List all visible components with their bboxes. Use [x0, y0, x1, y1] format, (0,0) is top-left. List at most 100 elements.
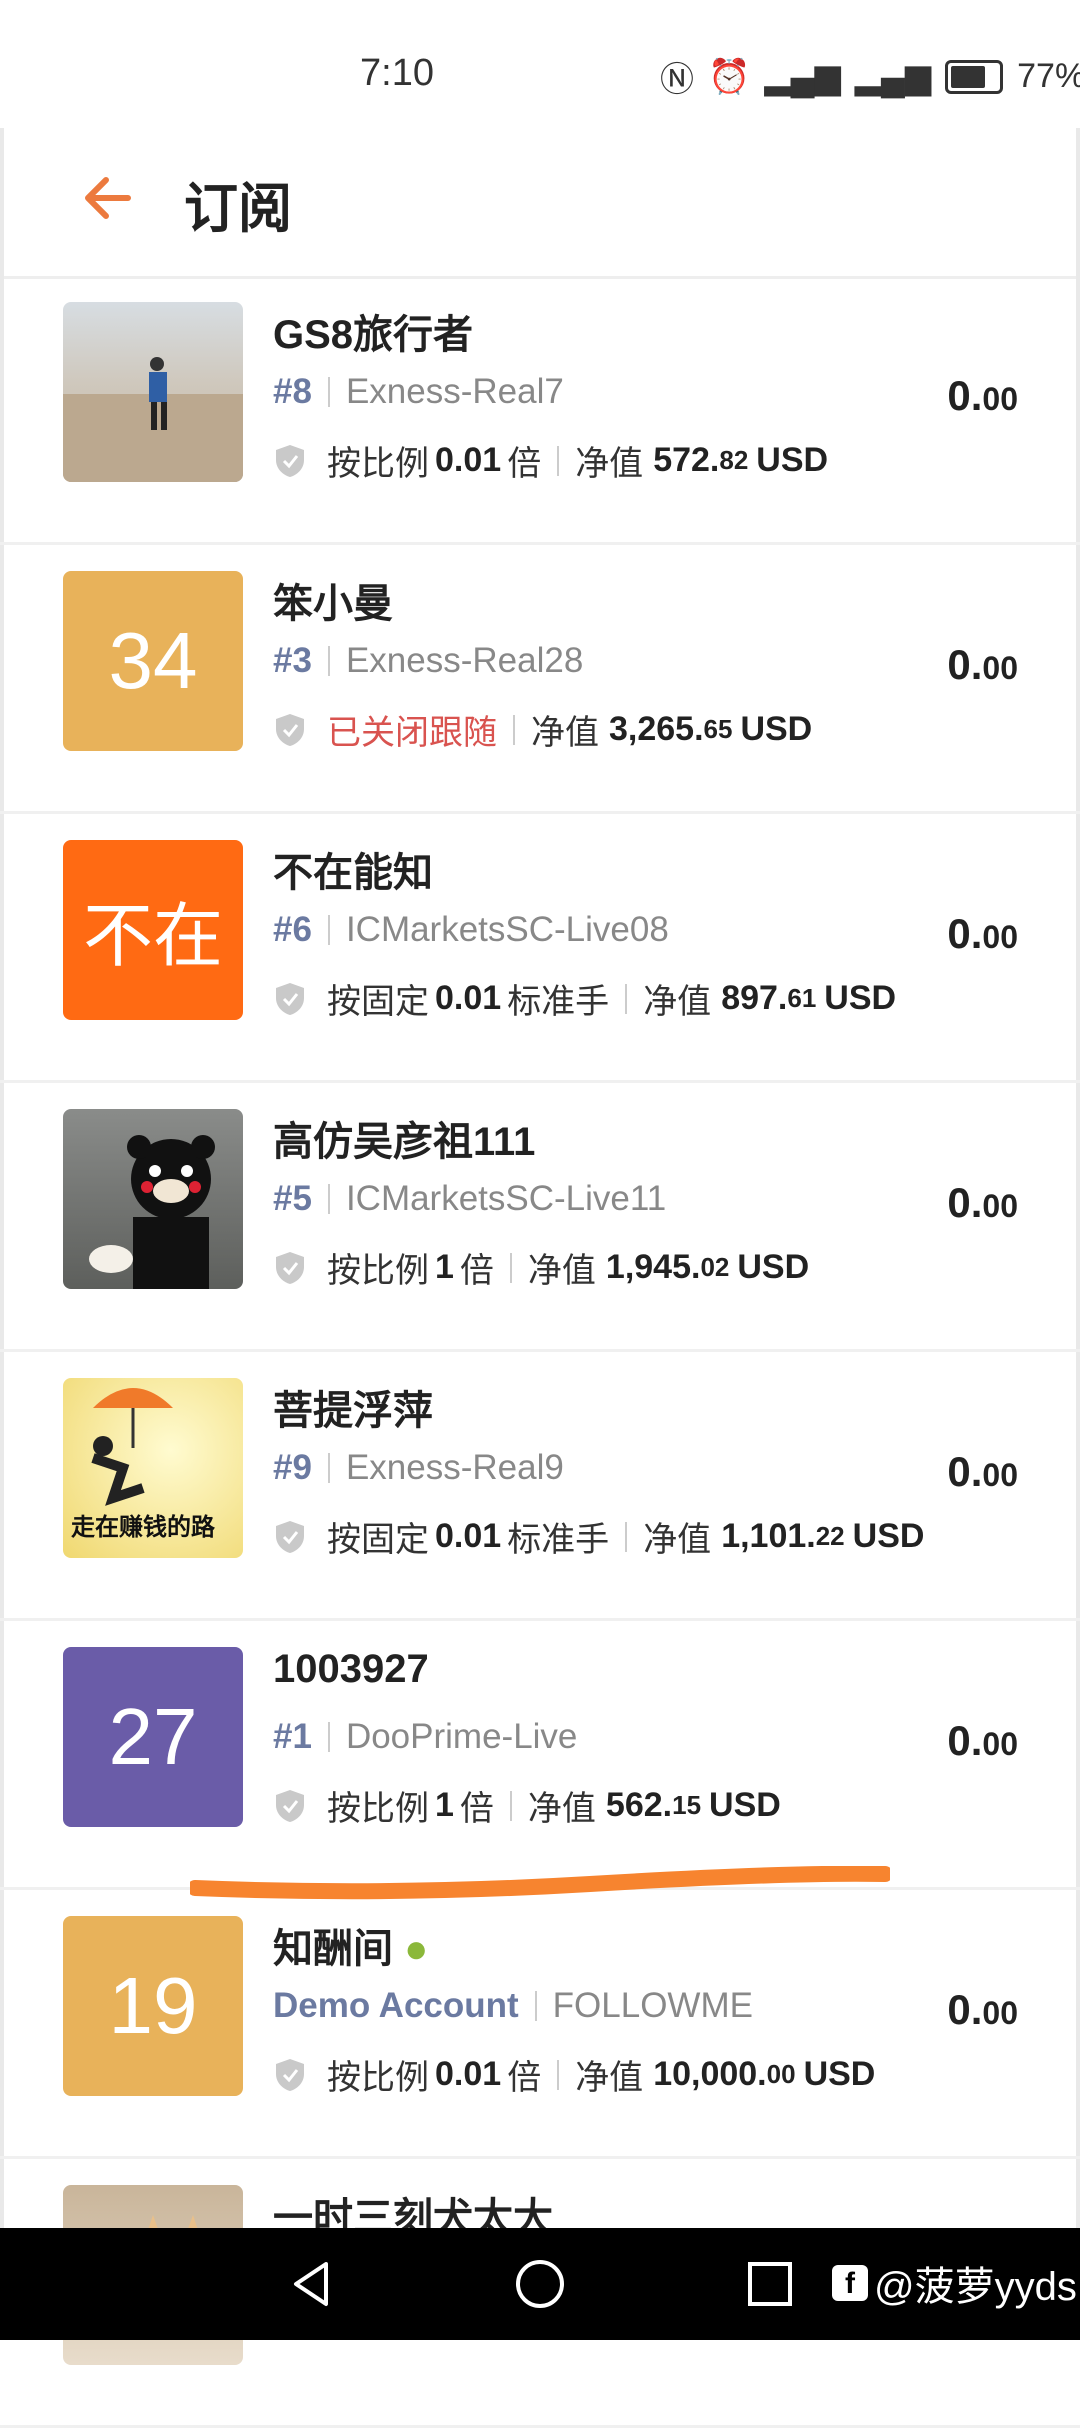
account-info: Demo Account FOLLOWME	[273, 1986, 753, 2026]
avatar	[63, 302, 243, 482]
equity-int: 1,101.	[721, 1517, 816, 1555]
facebook-icon: f	[832, 2265, 868, 2301]
copy-mode: 按比例	[327, 1790, 429, 1828]
account-info: #1 DooPrime-Live	[273, 1717, 577, 1757]
copy-mode-value: 0.01	[435, 441, 502, 479]
signal-4g-icon: ▂▄▆	[854, 57, 932, 96]
bear-mascot-photo-icon	[89, 1135, 215, 1289]
broker-server: ICMarketsSC-Live08	[345, 910, 669, 949]
rank-badge: #8	[273, 372, 312, 411]
nav-home-icon[interactable]	[510, 2254, 570, 2314]
copy-settings: 按比例 1 倍 净值 1,945. 02 USD	[273, 1243, 809, 1292]
nav-recents-icon[interactable]	[740, 2254, 800, 2314]
amount-dec: 00	[982, 1726, 1018, 1762]
divider	[327, 646, 330, 676]
copy-mode-value: 0.01	[435, 979, 502, 1017]
equity-int: 897.	[721, 979, 788, 1017]
app-header: 订阅	[0, 128, 1080, 279]
trader-name: 笨小曼	[273, 582, 393, 626]
list-item[interactable]: 27 1003927 #1 DooPrime-Live 按比例 1 倍 净值 5…	[0, 1621, 1080, 1890]
trader-name: 高仿吴彦祖111	[273, 1120, 536, 1164]
copy-mode-unit: 倍	[507, 2059, 542, 2097]
divider	[509, 1790, 512, 1821]
alarm-icon: ⏰	[708, 57, 751, 96]
list-item[interactable]: 34 笨小曼 #3 Exness-Real28 已关闭跟随 净值 3,265. …	[0, 545, 1080, 814]
copy-mode-unit: 倍	[459, 1252, 494, 1290]
equity-label: 净值	[531, 714, 599, 752]
amount-int: 0.	[947, 910, 983, 957]
copy-mode-unit: 倍	[507, 445, 542, 483]
amount-dec: 00	[982, 1995, 1018, 2031]
leaf-emoji-icon: ●	[404, 1927, 429, 1971]
list-item[interactable]: 19 知酬间 ● Demo Account FOLLOWME 按比例 0.01 …	[0, 1890, 1080, 2159]
equity-currency: USD	[756, 441, 829, 479]
divider	[327, 1453, 330, 1483]
watermark: f @菠萝yyds	[832, 2254, 1077, 2312]
list-item[interactable]: GS8旅行者 #8 Exness-Real7 按比例 0.01 倍 净值 572…	[0, 276, 1080, 545]
equity-currency: USD	[709, 1786, 781, 1824]
list-item[interactable]: 不在 不在能知 #6 ICMarketsSC-Live08 按固定 0.01 标…	[0, 814, 1080, 1083]
equity-label: 净值	[527, 1252, 596, 1290]
list-item[interactable]: 走在赚钱的路 菩提浮萍 #9 Exness-Real9 按固定 0.01 标准手…	[0, 1352, 1080, 1621]
equity-label: 净值	[527, 1790, 596, 1828]
battery-percent: 77%	[1017, 57, 1080, 95]
trader-name: GS8旅行者	[273, 313, 474, 357]
profit-amount: 0.00	[947, 1986, 1018, 2034]
trader-name-text: 知酬间	[273, 1927, 393, 1971]
amount-dec: 00	[982, 1188, 1018, 1224]
list-item[interactable]: 高仿吴彦祖111 #5 ICMarketsSC-Live11 按比例 1 倍 净…	[0, 1083, 1080, 1352]
nfc-icon: Ⓝ	[660, 61, 694, 99]
copy-settings: 按固定 0.01 标准手 净值 897. 61 USD	[273, 974, 896, 1023]
divider	[509, 1252, 512, 1283]
amount-dec: 00	[982, 1457, 1018, 1493]
profit-amount: 0.00	[947, 372, 1018, 420]
equity-dec: 15	[672, 1790, 702, 1820]
page-title: 订阅	[184, 179, 292, 239]
broker-server: ICMarketsSC-Live11	[345, 1179, 667, 1218]
copy-mode: 按比例	[327, 445, 429, 483]
copy-mode: 按比例	[327, 2059, 429, 2097]
avatar: 27	[63, 1647, 243, 1827]
copy-mode-value: 1	[435, 1786, 454, 1824]
equity-dec: 82	[719, 445, 749, 475]
nav-back-icon[interactable]	[282, 2254, 342, 2314]
equity-int: 572.	[653, 441, 720, 479]
divider	[327, 377, 330, 407]
shield-icon	[276, 1789, 304, 1822]
system-nav-bar: f @菠萝yyds	[0, 2228, 1080, 2340]
equity-currency: USD	[737, 1248, 810, 1286]
copy-mode: 按比例	[327, 1252, 429, 1290]
shield-icon	[276, 444, 304, 477]
divider	[625, 983, 628, 1014]
copy-mode-unit: 倍	[459, 1790, 494, 1828]
shield-icon	[276, 982, 304, 1015]
trader-name: 知酬间 ●	[273, 1916, 428, 1974]
shield-icon	[276, 713, 304, 746]
trader-name: 1003927	[273, 1647, 429, 1691]
account-info: #8 Exness-Real7	[273, 372, 564, 412]
broker-server: Exness-Real9	[345, 1448, 564, 1487]
account-info: #3 Exness-Real28	[273, 641, 583, 681]
back-arrow-icon[interactable]	[78, 168, 138, 228]
copy-settings: 按比例 0.01 倍 净值 10,000. 00 USD	[273, 2050, 875, 2099]
equity-dec: 00	[766, 2059, 796, 2089]
divider	[625, 1521, 628, 1552]
copy-settings: 按比例 0.01 倍 净值 572. 82 USD	[273, 436, 828, 485]
equity-int: 1,945.	[605, 1248, 701, 1286]
rank-badge: #3	[273, 641, 312, 680]
avatar: 34	[63, 571, 243, 751]
divider	[534, 1991, 537, 2021]
equity-int: 10,000.	[653, 2055, 767, 2093]
rank-badge: #5	[273, 1179, 312, 1218]
equity-currency: USD	[803, 2055, 876, 2093]
trader-name: 菩提浮萍	[273, 1389, 433, 1433]
amount-int: 0.	[947, 1448, 983, 1495]
avatar-text: 走在赚钱的路	[71, 1514, 215, 1541]
equity-dec: 22	[815, 1521, 845, 1551]
status-bar: 7:10 Ⓝ ⏰ ▂▄▆ ▂▄▆ 77%	[0, 0, 1080, 128]
avatar	[63, 1109, 243, 1289]
copy-settings: 按固定 0.01 标准手 净值 1,101. 22 USD	[273, 1512, 924, 1561]
broker-server: Exness-Real7	[345, 372, 564, 411]
signal-5g-icon: ▂▄▆	[764, 57, 841, 96]
divider	[327, 1184, 330, 1214]
